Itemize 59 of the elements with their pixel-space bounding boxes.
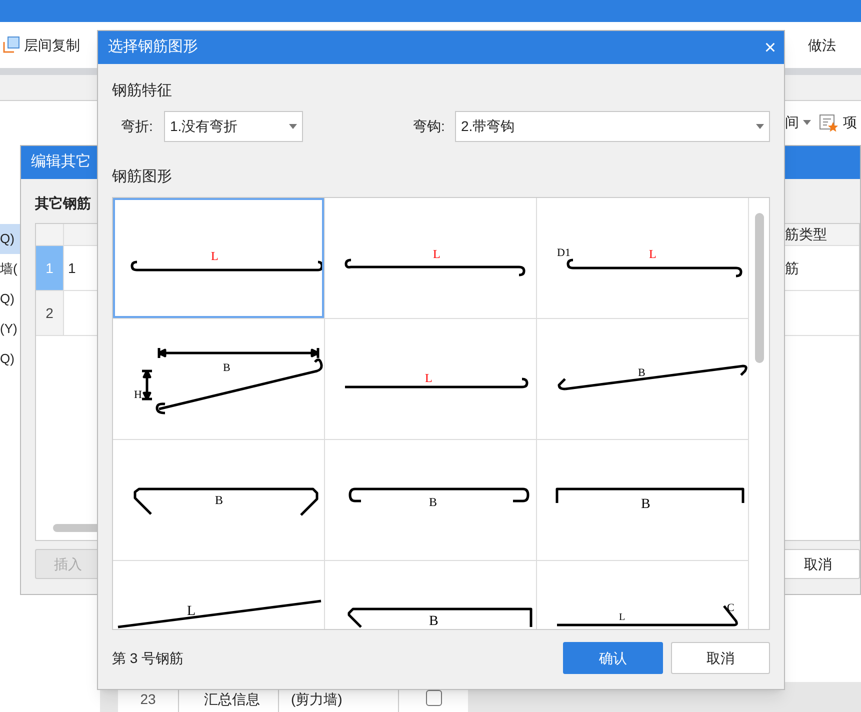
shape-option[interactable]: B: [537, 440, 748, 560]
dimension-label: B: [429, 495, 438, 509]
shape-option[interactable]: D1 L: [537, 198, 748, 318]
shape-option[interactable]: B H: [113, 319, 324, 439]
dialog-title: 选择钢筋图形: [108, 37, 198, 58]
dialog-title: 编辑其它: [31, 152, 91, 172]
shape-option[interactable]: B: [113, 440, 324, 560]
caret-icon: [803, 120, 811, 125]
toolbar-button[interactable]: 层间复制: [0, 30, 84, 60]
cancel-button[interactable]: 取消: [671, 642, 770, 674]
section-label: 钢筋特征: [112, 81, 173, 101]
dimension-label: L: [425, 371, 432, 385]
tree-item[interactable]: Q): [0, 224, 20, 254]
table-cell-text: 筋: [785, 258, 799, 278]
section-label: 其它钢筋: [35, 195, 91, 211]
dimension-label: D1: [557, 247, 570, 259]
caret-icon: [756, 124, 764, 129]
field-label: 弯钩:: [413, 117, 446, 136]
dimension-label: C: [727, 602, 734, 614]
toolbar-button[interactable]: 做法: [804, 30, 840, 60]
dimension-label: B: [429, 614, 438, 629]
section-label: 钢筋图形: [112, 166, 173, 186]
shape-option[interactable]: B: [325, 440, 536, 560]
caret-icon: [289, 124, 297, 129]
table-cell-text: 1: [67, 258, 76, 278]
dimension-label: L: [211, 249, 218, 263]
tree-item[interactable]: Q): [0, 344, 20, 374]
dimension-label: B: [641, 497, 650, 512]
tree-item[interactable]: (Y): [0, 314, 20, 344]
dimension-label: B: [223, 362, 230, 374]
close-button[interactable]: ×: [764, 38, 776, 58]
dimension-label: B: [215, 493, 224, 507]
checkbox[interactable]: [426, 690, 442, 706]
project-button[interactable]: 项: [819, 112, 857, 133]
tree-item[interactable]: Q): [0, 284, 20, 314]
row-number: 23: [139, 690, 157, 709]
hook-select[interactable]: 2.带弯钩: [455, 111, 770, 142]
shape-option[interactable]: B: [325, 561, 536, 629]
shape-option[interactable]: B: [537, 319, 748, 439]
scrollbar-thumb[interactable]: [754, 213, 764, 363]
dimension-label: B: [638, 367, 646, 379]
row-number[interactable]: 2: [36, 291, 64, 335]
shape-option[interactable]: L: [325, 198, 536, 318]
column-header: 筋类型: [785, 225, 827, 244]
form-star-icon: [819, 114, 839, 132]
shape-option[interactable]: L C: [537, 561, 748, 629]
status-text: 第 3 号钢筋: [112, 648, 184, 668]
dimension-label: L: [649, 247, 656, 261]
shape-option[interactable]: L: [113, 198, 324, 318]
dropdown[interactable]: 间: [785, 112, 811, 133]
copy-icon: [2, 36, 20, 54]
field-label: 弯折:: [121, 117, 154, 136]
dimension-label: L: [619, 612, 626, 623]
confirm-button[interactable]: 确认: [563, 642, 663, 674]
dimension-label: L: [433, 247, 440, 261]
dimension-label: H: [134, 389, 142, 401]
tree-item[interactable]: 墙(: [0, 254, 20, 284]
shape-option[interactable]: L: [325, 319, 536, 439]
bend-select[interactable]: 1.没有弯折: [164, 111, 303, 142]
